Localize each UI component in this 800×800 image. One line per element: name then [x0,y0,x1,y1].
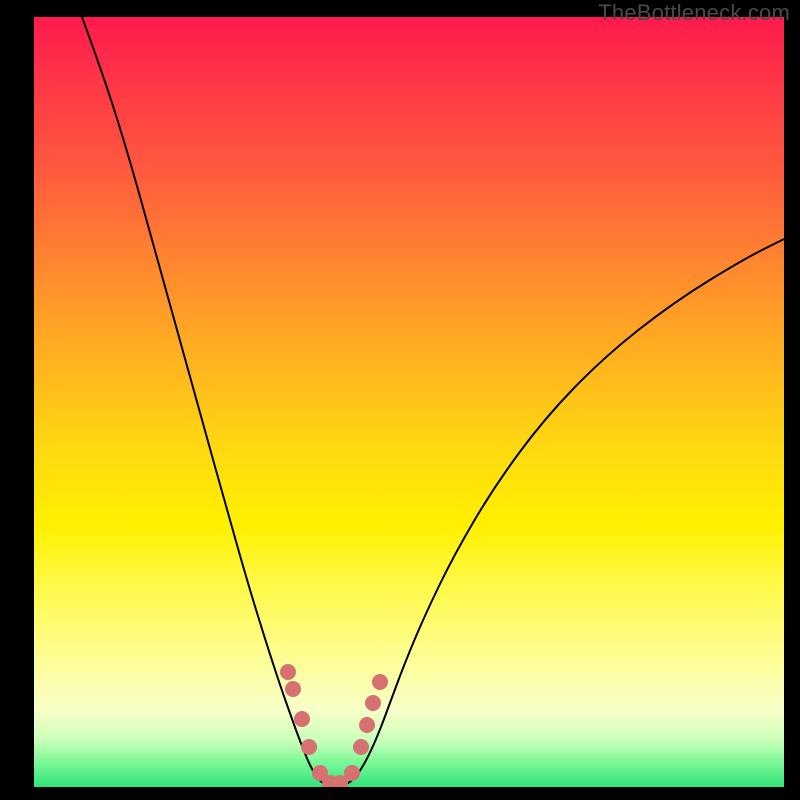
watermark-text: TheBottleneck.com [598,0,790,26]
curve-left-branch [82,17,334,787]
data-dot [365,695,381,711]
data-dot [344,765,360,781]
chart-svg [34,17,784,787]
curve-right-branch [334,239,784,787]
data-dot [353,739,369,755]
data-dot [280,664,296,680]
data-dot [359,717,375,733]
chart-frame: TheBottleneck.com [0,0,800,800]
plot-area [34,17,784,787]
data-dot [294,711,310,727]
data-dot [301,739,317,755]
data-dots [280,664,388,787]
data-dot [285,681,301,697]
data-dot [372,674,388,690]
